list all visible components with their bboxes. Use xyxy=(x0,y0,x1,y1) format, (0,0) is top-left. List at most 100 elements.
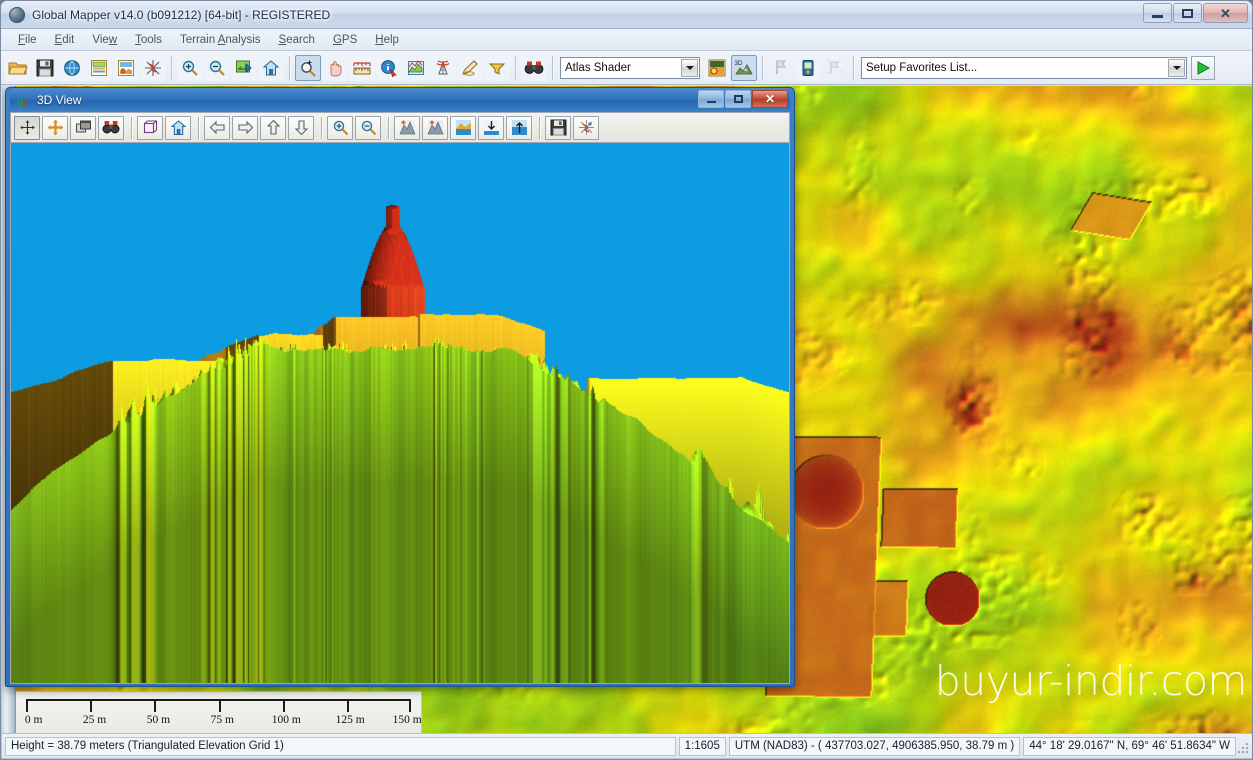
3d-close-button[interactable]: ✕ xyxy=(752,90,788,108)
menu-search[interactable]: Search xyxy=(270,32,324,48)
menu-help[interactable]: Help xyxy=(366,32,408,48)
3d-view-toolbar xyxy=(10,112,790,142)
3d-minimize-button[interactable] xyxy=(698,90,724,108)
main-toolbar: Atlas Shader 3D xyxy=(1,51,1252,85)
3d-render-area[interactable] xyxy=(10,142,790,684)
menu-file[interactable]: File xyxy=(9,32,46,48)
reset-view-button[interactable] xyxy=(165,116,191,140)
globe-icon xyxy=(9,7,25,23)
gps-start-button[interactable] xyxy=(768,55,794,81)
3d-view-window: 3 D 3D View ✕ xyxy=(5,87,795,687)
menu-view[interactable]: View xyxy=(83,32,126,48)
3d-axes-icon: 3 D xyxy=(14,92,32,108)
fly-through-button[interactable] xyxy=(573,116,599,140)
rotate-up-button[interactable] xyxy=(260,116,286,140)
toolbar-tool-group xyxy=(295,55,510,81)
chevron-down-icon[interactable] xyxy=(1168,59,1185,77)
raise-water-button[interactable] xyxy=(506,116,532,140)
capture-screen-button[interactable] xyxy=(140,55,166,81)
3d-toolbar-separator xyxy=(131,117,132,139)
save-workspace-button[interactable] xyxy=(32,55,58,81)
menu-gps[interactable]: GPS xyxy=(324,32,366,48)
status-latlon-readout: 44° 18' 29.0167" N, 69° 46' 51.8634" W xyxy=(1023,737,1236,756)
maximize-button[interactable] xyxy=(1173,3,1202,23)
3d-render-canvas[interactable] xyxy=(11,143,789,683)
increase-exaggeration-button[interactable] xyxy=(394,116,420,140)
status-scale-readout: 1:1605 xyxy=(679,737,726,756)
show-3d-view-button[interactable]: 3D xyxy=(731,55,757,81)
window-controls: ✕ xyxy=(1143,3,1248,23)
open-control-center-button[interactable] xyxy=(86,55,112,81)
open-web-data-button[interactable] xyxy=(59,55,85,81)
toolbar-gps-group xyxy=(768,55,848,81)
toolbar-separator xyxy=(289,56,290,80)
shader-select-value: Atlas Shader xyxy=(565,62,631,74)
menu-tools[interactable]: Tools xyxy=(126,32,171,48)
minimize-button[interactable] xyxy=(1143,3,1172,23)
run-favorite-button[interactable] xyxy=(1191,56,1215,80)
lower-water-button[interactable] xyxy=(478,116,504,140)
toolbar-zoom-group xyxy=(177,55,284,81)
scale-label-125: 125 m xyxy=(336,714,365,726)
3d-maximize-button[interactable] xyxy=(725,90,751,108)
zoom-in-button[interactable] xyxy=(177,55,203,81)
decrease-exaggeration-button[interactable] xyxy=(422,116,448,140)
layer-order-button[interactable] xyxy=(70,116,96,140)
zoom-tool-button[interactable] xyxy=(295,55,321,81)
toolbar-separator xyxy=(762,56,763,80)
toolbar-separator xyxy=(853,56,854,80)
rotate-left-button[interactable] xyxy=(204,116,230,140)
pan-tool-button[interactable] xyxy=(322,55,348,81)
3d-view-controls: ✕ xyxy=(698,90,788,108)
title-bar: Global Mapper v14.0 (b091212) [64-bit] -… xyxy=(1,1,1252,29)
shader-select[interactable]: Atlas Shader xyxy=(560,57,700,79)
save-3d-image-button[interactable] xyxy=(545,116,571,140)
zoom-out-3d-button[interactable] xyxy=(355,116,381,140)
feature-info-button[interactable] xyxy=(376,55,402,81)
bounding-box-button[interactable] xyxy=(137,116,163,140)
scale-label-25: 25 m xyxy=(83,714,106,726)
coverage-button[interactable] xyxy=(484,55,510,81)
favorites-select-value: Setup Favorites List... xyxy=(866,62,977,74)
favorites-select[interactable]: Setup Favorites List... xyxy=(861,57,1187,79)
zoom-to-layer-button[interactable] xyxy=(231,55,257,81)
find-3d-button[interactable] xyxy=(98,116,124,140)
zoom-out-button[interactable] xyxy=(204,55,230,81)
3d-view-title-bar: 3 D 3D View ✕ xyxy=(10,88,790,112)
zoom-in-3d-button[interactable] xyxy=(327,116,353,140)
status-height-readout: Height = 38.79 meters (Triangulated Elev… xyxy=(5,737,676,756)
3d-toolbar-separator xyxy=(539,117,540,139)
toolbar-search-group xyxy=(521,55,547,81)
water-surface-button[interactable] xyxy=(450,116,476,140)
measure-tool-button[interactable] xyxy=(349,55,375,81)
toolbar-separator xyxy=(552,56,553,80)
chevron-down-icon[interactable] xyxy=(681,59,698,77)
rotate-tool-button[interactable] xyxy=(14,116,40,140)
toolbar-separator xyxy=(515,56,516,80)
scale-label-75: 75 m xyxy=(211,714,234,726)
gps-device-button[interactable] xyxy=(795,55,821,81)
shader-options-button[interactable] xyxy=(704,55,730,81)
configure-button[interactable] xyxy=(113,55,139,81)
gps-clear-track-button[interactable] xyxy=(822,55,848,81)
path-profile-button[interactable] xyxy=(403,55,429,81)
3d-toolbar-separator xyxy=(388,117,389,139)
rotate-down-button[interactable] xyxy=(288,116,314,140)
search-button[interactable] xyxy=(521,55,547,81)
menu-bar: File Edit View Tools Terrain Analysis Se… xyxy=(1,29,1252,51)
status-projection-readout: UTM (NAD83) - ( 437703.027, 4906385.950,… xyxy=(729,737,1020,756)
toolbar-separator xyxy=(171,56,172,80)
open-file-button[interactable] xyxy=(5,55,31,81)
pan-3d-button[interactable] xyxy=(42,116,68,140)
view-shed-button[interactable] xyxy=(430,55,456,81)
digitizer-button[interactable] xyxy=(457,55,483,81)
status-bar: Height = 38.79 meters (Triangulated Elev… xyxy=(2,733,1253,758)
3d-toolbar-separator xyxy=(321,117,322,139)
menu-edit[interactable]: Edit xyxy=(46,32,84,48)
menu-terrain-analysis[interactable]: Terrain Analysis xyxy=(171,32,270,48)
scale-label-0: 0 m xyxy=(25,714,43,726)
close-button[interactable]: ✕ xyxy=(1203,3,1248,23)
resize-grip-icon[interactable] xyxy=(1236,741,1250,755)
rotate-right-button[interactable] xyxy=(232,116,258,140)
full-view-button[interactable] xyxy=(258,55,284,81)
